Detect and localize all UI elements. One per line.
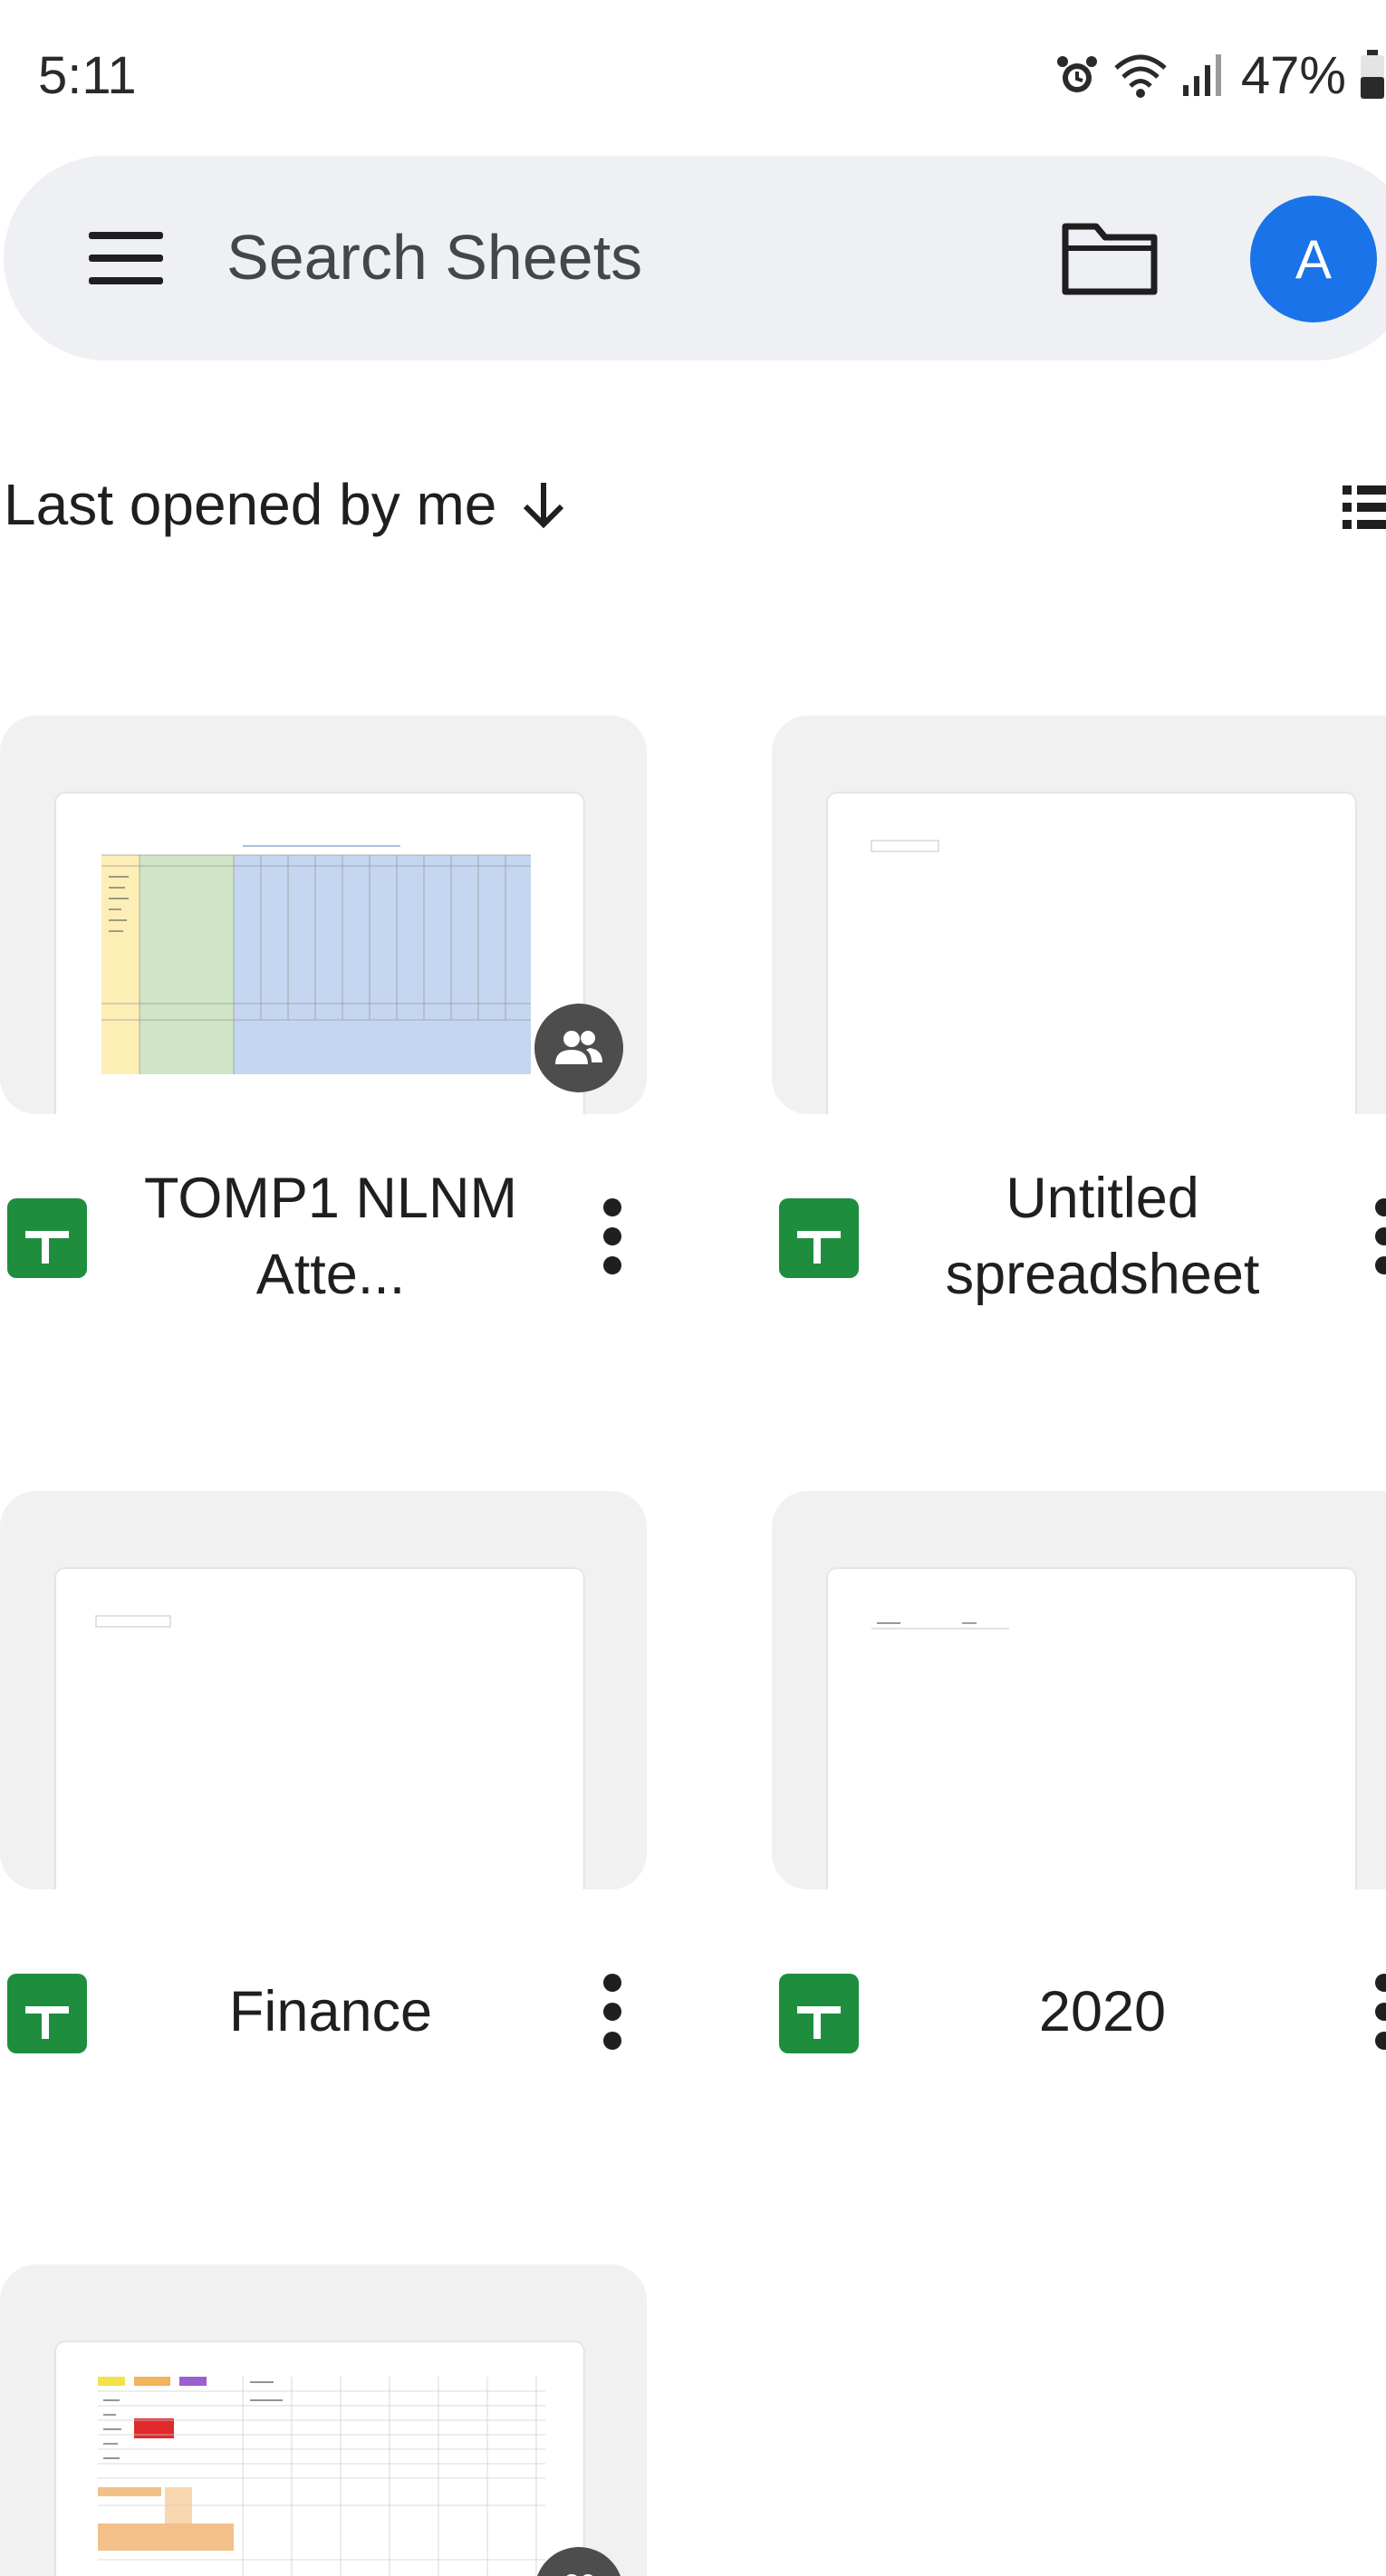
spreadsheet-preview — [98, 2377, 545, 2576]
spreadsheet-preview — [871, 840, 939, 852]
more-options-icon[interactable] — [576, 1966, 649, 2057]
file-title[interactable]: Finance — [112, 1930, 549, 2093]
status-time: 5:11 — [38, 46, 137, 105]
file-title[interactable]: TOMP1 NLNM Atte... — [112, 1155, 549, 1318]
arrow-down-icon — [524, 483, 564, 529]
list-view-icon[interactable] — [1343, 480, 1386, 534]
file-thumbnail[interactable] — [0, 716, 647, 1114]
spreadsheet-preview — [95, 1615, 171, 1628]
menu-icon[interactable] — [85, 226, 167, 290]
thumbnail-page — [828, 1569, 1355, 1889]
file-thumbnail[interactable] — [0, 1491, 647, 1889]
signal-icon — [1182, 54, 1221, 96]
file-title[interactable]: 2020 — [884, 1930, 1321, 2093]
avatar[interactable]: A — [1250, 196, 1377, 322]
search-bar[interactable]: Search Sheets A — [4, 156, 1386, 360]
search-input[interactable]: Search Sheets — [226, 221, 642, 293]
more-options-icon[interactable] — [576, 1191, 649, 1282]
folder-icon[interactable] — [1060, 219, 1160, 297]
more-options-icon[interactable] — [1348, 1966, 1386, 2057]
file-thumbnail[interactable] — [772, 1491, 1386, 1889]
status-icons: 47% — [1054, 43, 1386, 107]
thumbnail-page — [56, 1569, 583, 1889]
thumbnail-page — [56, 793, 583, 1114]
file-info: Finance — [0, 1930, 647, 2075]
sort-label: Last opened by me — [4, 472, 497, 537]
sort-button[interactable]: Last opened by me — [4, 471, 569, 538]
file-title[interactable]: Untitled spreadsheet — [884, 1155, 1321, 1318]
thumbnail-page — [828, 793, 1355, 1114]
file-info: TOMP1 NLNM Atte... — [0, 1155, 649, 1306]
people-icon — [566, 2574, 593, 2576]
sheets-file-icon — [779, 1974, 859, 2053]
spreadsheet-preview — [101, 845, 531, 1074]
sheets-file-icon — [7, 1974, 87, 2053]
wifi-icon — [1114, 54, 1167, 98]
file-thumbnail[interactable] — [772, 716, 1386, 1114]
more-options-icon[interactable] — [1348, 1191, 1386, 1282]
file-info: 2020 — [772, 1930, 1386, 2075]
status-bar: 5:11 47% — [0, 0, 1386, 145]
sheets-file-icon — [779, 1198, 859, 1278]
alarm-icon — [1056, 56, 1097, 92]
battery-percent: 47% — [1240, 45, 1346, 105]
battery-icon — [1361, 50, 1384, 99]
sheets-file-icon — [7, 1198, 87, 1278]
spreadsheet-preview — [871, 1622, 1009, 1629]
file-thumbnail[interactable] — [0, 2264, 647, 2576]
file-info: Untitled spreadsheet — [772, 1155, 1386, 1306]
thumbnail-page — [56, 2342, 583, 2576]
shared-badge — [534, 1004, 623, 1092]
people-icon — [555, 1031, 602, 1064]
